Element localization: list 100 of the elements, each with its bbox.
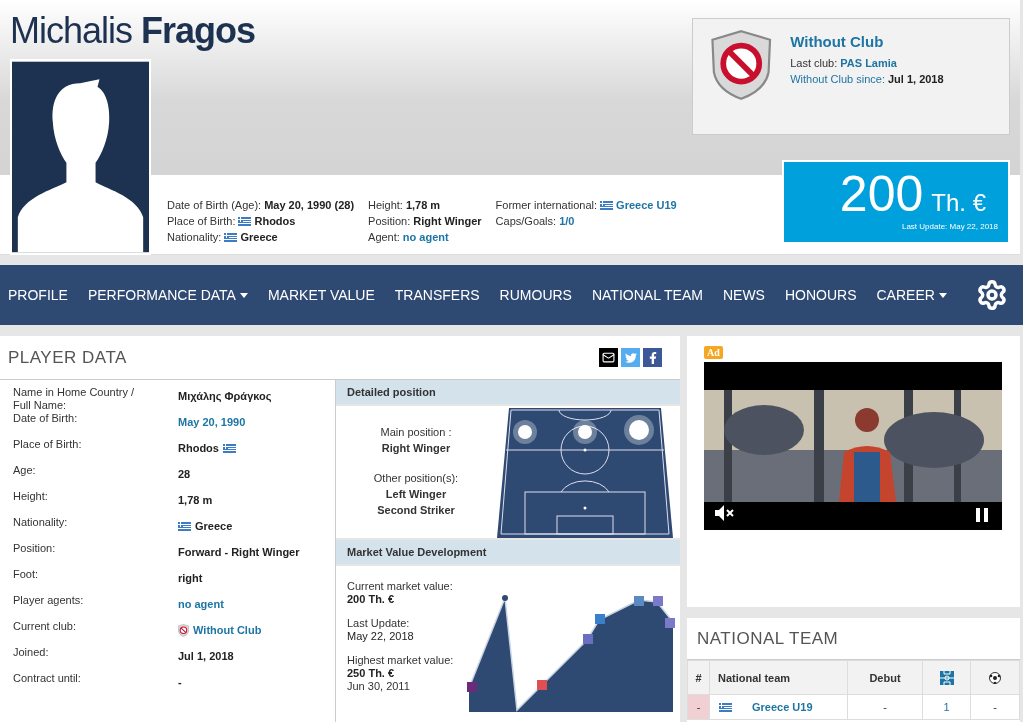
data-value[interactable]: May 20, 1990	[178, 416, 246, 428]
panel-title: PLAYER DATA	[8, 347, 127, 368]
info-value: Right Winger	[413, 215, 482, 227]
data-value: 28	[178, 468, 191, 480]
data-value: right	[178, 572, 203, 584]
ad-badge: Ad	[704, 346, 723, 359]
data-value: -	[178, 676, 182, 688]
info-value: Rhodos	[254, 215, 296, 227]
data-value[interactable]: Without Club	[193, 624, 262, 636]
club-logo-marker[interactable]	[595, 614, 605, 624]
club-status[interactable]: Without Club	[790, 33, 944, 50]
info-value: May 20, 1990 (28)	[264, 199, 355, 211]
market-value-unit: Th. €	[931, 189, 986, 217]
data-label: Contract until:	[13, 672, 82, 686]
value-text: 250 Th. €	[347, 667, 396, 679]
main-position: Right Winger	[381, 442, 451, 454]
data-value: Jul 1, 2018	[178, 650, 234, 662]
no-club-icon	[711, 29, 773, 101]
club-logo-marker[interactable]	[634, 596, 644, 606]
column-header: #	[695, 671, 702, 684]
nav-item[interactable]: CAREER	[876, 287, 947, 303]
club-logo-marker[interactable]	[537, 680, 547, 690]
data-value: Μιχάλης Φράγκος	[178, 390, 272, 402]
last-club-link[interactable]: PAS Lamia	[840, 57, 897, 69]
nav-item[interactable]: HONOURS	[784, 287, 857, 303]
info-label: Date of Birth (Age):	[167, 199, 262, 211]
caret-icon	[938, 292, 947, 298]
data-value: Rhodos	[178, 442, 219, 454]
info-label: Caps/Goals:	[495, 215, 557, 227]
nav-item[interactable]: NATIONAL TEAM	[591, 287, 703, 303]
club-logo-marker[interactable]	[653, 596, 663, 606]
data-point	[502, 595, 508, 601]
mute-icon[interactable]	[714, 504, 734, 522]
data-label: Nationality:	[13, 516, 69, 530]
data-label: Age:	[13, 464, 37, 478]
data-value[interactable]: no agent	[178, 598, 224, 610]
data-label: Player agents:	[13, 594, 85, 608]
panel-title: NATIONAL TEAM	[697, 628, 839, 649]
other-positions-label: Other position(s):	[373, 472, 459, 484]
value-label: Current market value:	[347, 580, 454, 592]
other-position: Left Winger	[385, 488, 447, 500]
info-label: Height:	[368, 199, 403, 211]
mail-icon[interactable]	[599, 348, 618, 367]
column-header: National team	[717, 671, 791, 684]
goals-value: -	[993, 701, 997, 713]
info-value[interactable]: Greece U19	[616, 199, 677, 211]
nav-item[interactable]: TRANSFERS	[394, 287, 480, 303]
flag-icon	[178, 521, 191, 531]
info-label: Nationality:	[167, 231, 222, 243]
data-value: Forward - Right Winger	[178, 546, 300, 558]
column-header: Debut	[869, 671, 901, 684]
since-label: Without Club since:	[790, 73, 885, 85]
club-logo-marker[interactable]	[467, 682, 477, 692]
section-header: Detailed position	[336, 380, 680, 404]
data-value: 1,78 m	[178, 494, 213, 506]
info-value: 1,78 m	[405, 199, 441, 211]
flag-icon	[600, 200, 614, 210]
debut-value: -	[883, 701, 887, 713]
player-name: Michalis Fragos	[10, 10, 257, 52]
pitch-icon	[939, 670, 954, 685]
value-text: May 22, 2018	[347, 630, 415, 642]
nav-item[interactable]: MARKET VALUE	[267, 287, 375, 303]
data-label: Name in Home Country / Full Name:	[13, 386, 136, 412]
club-logo-marker[interactable]	[583, 634, 593, 644]
data-label: Date of Birth:	[13, 412, 79, 426]
main-position-label: Main position :	[380, 426, 452, 438]
facebook-icon[interactable]	[643, 348, 662, 367]
flag-icon	[222, 443, 236, 453]
since-date: Jul 1, 2018	[887, 73, 944, 85]
info-label: Agent:	[368, 231, 400, 243]
info-label: Former international:	[495, 199, 598, 211]
row-number: -	[696, 701, 701, 713]
value-text: 200 Th. €	[347, 593, 396, 605]
no-club-icon	[178, 623, 190, 637]
data-label: Current club:	[13, 620, 77, 634]
video-player[interactable]	[704, 362, 1002, 530]
caret-icon	[239, 292, 248, 298]
section-header: Market Value Development	[336, 540, 680, 564]
matches-link[interactable]: 1	[943, 701, 950, 713]
value-date: Jun 30, 2011	[347, 680, 411, 692]
nav-item[interactable]: PERFORMANCE DATA	[87, 287, 248, 303]
pause-icon[interactable]	[976, 508, 988, 522]
info-value[interactable]: no agent	[402, 231, 449, 243]
nav-item[interactable]: NEWS	[722, 287, 765, 303]
data-label: Height:	[13, 490, 49, 504]
ball-icon	[989, 672, 1001, 685]
data-label: Place of Birth:	[13, 438, 83, 452]
value-label: Last Update:	[347, 617, 411, 629]
info-value: Greece	[240, 231, 278, 243]
info-label: Position:	[368, 215, 411, 227]
settings-icon[interactable]	[976, 279, 1008, 311]
nav-item[interactable]: RUMOURS	[499, 287, 572, 303]
last-update: Last Update: May 22, 2018	[901, 222, 998, 231]
flag-icon	[224, 232, 238, 242]
info-label: Place of Birth:	[167, 215, 236, 227]
info-value[interactable]: 1/0	[559, 215, 575, 227]
club-logo-marker[interactable]	[665, 618, 675, 628]
data-label: Position:	[13, 542, 57, 556]
last-club-label: Last club:	[790, 57, 838, 69]
nav-item[interactable]: PROFILE	[8, 287, 68, 303]
